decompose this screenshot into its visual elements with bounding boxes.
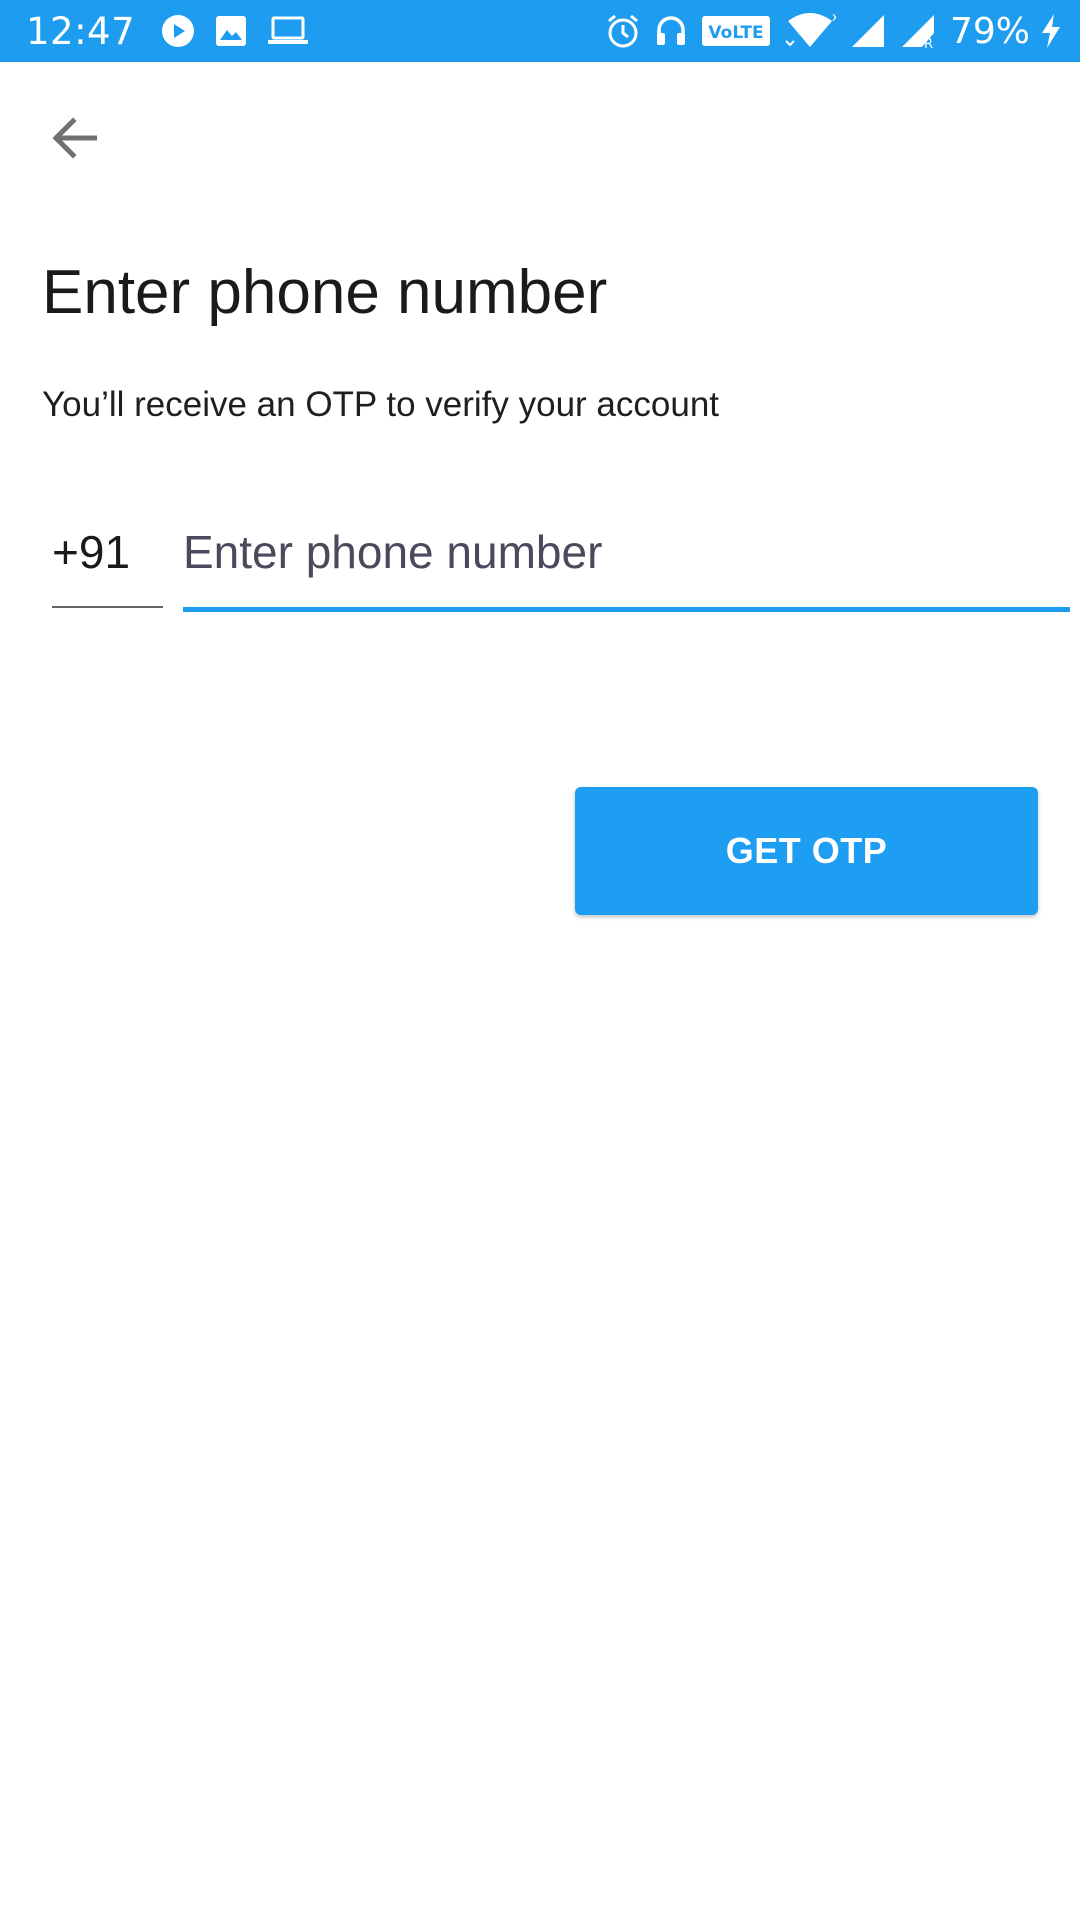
- page-title: Enter phone number: [42, 258, 608, 327]
- phone-number-input[interactable]: [183, 520, 1070, 612]
- volte-label: VoLTE: [708, 23, 763, 43]
- country-code-selector[interactable]: +91: [52, 520, 163, 608]
- laptop-icon: [267, 16, 309, 46]
- image-icon: [215, 15, 247, 47]
- status-bar-right: VoLTE x R 79%: [606, 0, 1062, 62]
- play-circle-icon: [161, 14, 195, 48]
- volte-icon: VoLTE: [701, 16, 770, 46]
- wifi-icon: x: [784, 10, 839, 51]
- svg-text:R: R: [924, 37, 933, 49]
- page-subtitle: You’ll receive an OTP to verify your acc…: [42, 385, 720, 424]
- charging-icon: [1040, 13, 1062, 49]
- status-bar: 12:47 VoLTE x R 79%: [0, 0, 1080, 62]
- headphones-icon: [654, 13, 688, 49]
- alarm-icon: [606, 13, 640, 49]
- back-button[interactable]: [36, 100, 112, 176]
- battery-percentage: 79%: [949, 10, 1030, 52]
- signal-icon: [850, 13, 886, 49]
- status-bar-left: 12:47: [26, 0, 329, 62]
- svg-text:x: x: [832, 11, 836, 24]
- status-time: 12:47: [26, 9, 136, 53]
- get-otp-button[interactable]: GET OTP: [575, 787, 1038, 915]
- signal-roaming-icon: R: [900, 13, 936, 52]
- arrow-back-icon: [51, 117, 98, 159]
